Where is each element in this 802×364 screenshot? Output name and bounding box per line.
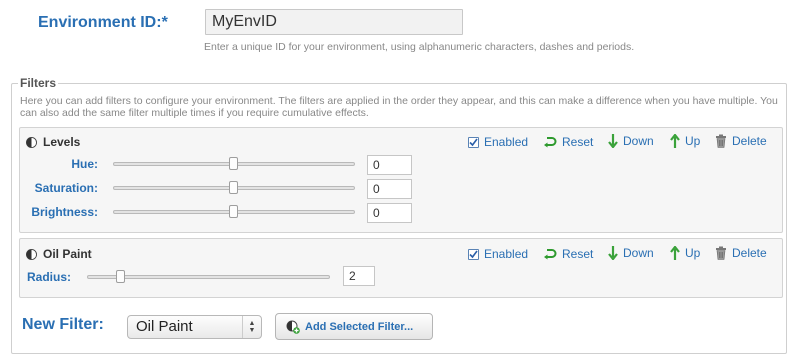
green-down-arrow-icon bbox=[608, 246, 618, 260]
up-button[interactable]: Up bbox=[670, 246, 700, 260]
reset-button[interactable]: Reset bbox=[543, 247, 593, 261]
new-filter-selected-value: Oil Paint bbox=[136, 318, 193, 335]
new-filter-select[interactable]: Oil Paint ▲ ▼ bbox=[127, 315, 262, 339]
half-circle-icon bbox=[26, 248, 37, 260]
saturation-label: Saturation: bbox=[34, 181, 98, 195]
hue-slider-handle[interactable] bbox=[229, 157, 238, 170]
filters-description: Here you can add filters to configure yo… bbox=[20, 95, 778, 119]
brightness-value-input[interactable] bbox=[367, 203, 412, 223]
hue-value-input[interactable] bbox=[367, 155, 412, 175]
brightness-label: Brightness: bbox=[31, 205, 98, 219]
enabled-toggle[interactable]: Enabled bbox=[468, 135, 528, 149]
trash-icon bbox=[716, 246, 726, 260]
saturation-slider-handle[interactable] bbox=[229, 181, 238, 194]
up-button[interactable]: Up bbox=[670, 134, 700, 148]
radius-value-input[interactable] bbox=[343, 266, 375, 286]
filter-panel-levels: Levels Enabled Reset Down Up Delete Hue:… bbox=[19, 127, 783, 233]
green-loop-arrow-icon bbox=[544, 249, 557, 260]
delete-button[interactable]: Delete bbox=[715, 134, 767, 148]
environment-id-label: Environment ID:* bbox=[38, 14, 168, 31]
new-filter-label: New Filter: bbox=[22, 316, 104, 333]
filters-legend: Filters bbox=[20, 76, 57, 90]
down-button[interactable]: Down bbox=[608, 246, 654, 260]
environment-id-hint: Enter a unique ID for your environment, … bbox=[204, 41, 635, 53]
delete-button[interactable]: Delete bbox=[715, 246, 767, 260]
add-selected-filter-label: Add Selected Filter... bbox=[305, 320, 414, 333]
hue-label: Hue: bbox=[71, 157, 98, 171]
half-circle-icon bbox=[26, 136, 37, 148]
radius-label: Radius: bbox=[27, 270, 72, 284]
checkbox-icon[interactable] bbox=[468, 248, 479, 260]
enabled-label: Enabled bbox=[484, 247, 529, 261]
checkbox-icon[interactable] bbox=[468, 136, 479, 148]
green-up-arrow-icon bbox=[670, 246, 680, 260]
add-selected-filter-button[interactable]: Add Selected Filter... bbox=[275, 313, 433, 340]
green-down-arrow-icon bbox=[608, 134, 618, 148]
saturation-value-input[interactable] bbox=[367, 179, 412, 199]
radius-slider-handle[interactable] bbox=[116, 270, 125, 283]
reset-button[interactable]: Reset bbox=[543, 135, 593, 149]
select-arrows-icon: ▲ ▼ bbox=[242, 316, 261, 338]
trash-icon bbox=[716, 134, 726, 148]
filter-title: Levels bbox=[43, 135, 81, 149]
filter-panel-oil-paint: Oil Paint Enabled Reset Down Up Delete R… bbox=[19, 238, 783, 298]
brightness-slider-handle[interactable] bbox=[229, 205, 238, 218]
enabled-toggle[interactable]: Enabled bbox=[468, 247, 528, 261]
add-filter-icon bbox=[286, 320, 300, 334]
environment-id-input[interactable] bbox=[205, 9, 463, 35]
green-up-arrow-icon bbox=[670, 134, 680, 148]
green-loop-arrow-icon bbox=[544, 137, 557, 148]
down-button[interactable]: Down bbox=[608, 134, 654, 148]
filter-title: Oil Paint bbox=[43, 247, 92, 261]
enabled-label: Enabled bbox=[484, 135, 529, 149]
